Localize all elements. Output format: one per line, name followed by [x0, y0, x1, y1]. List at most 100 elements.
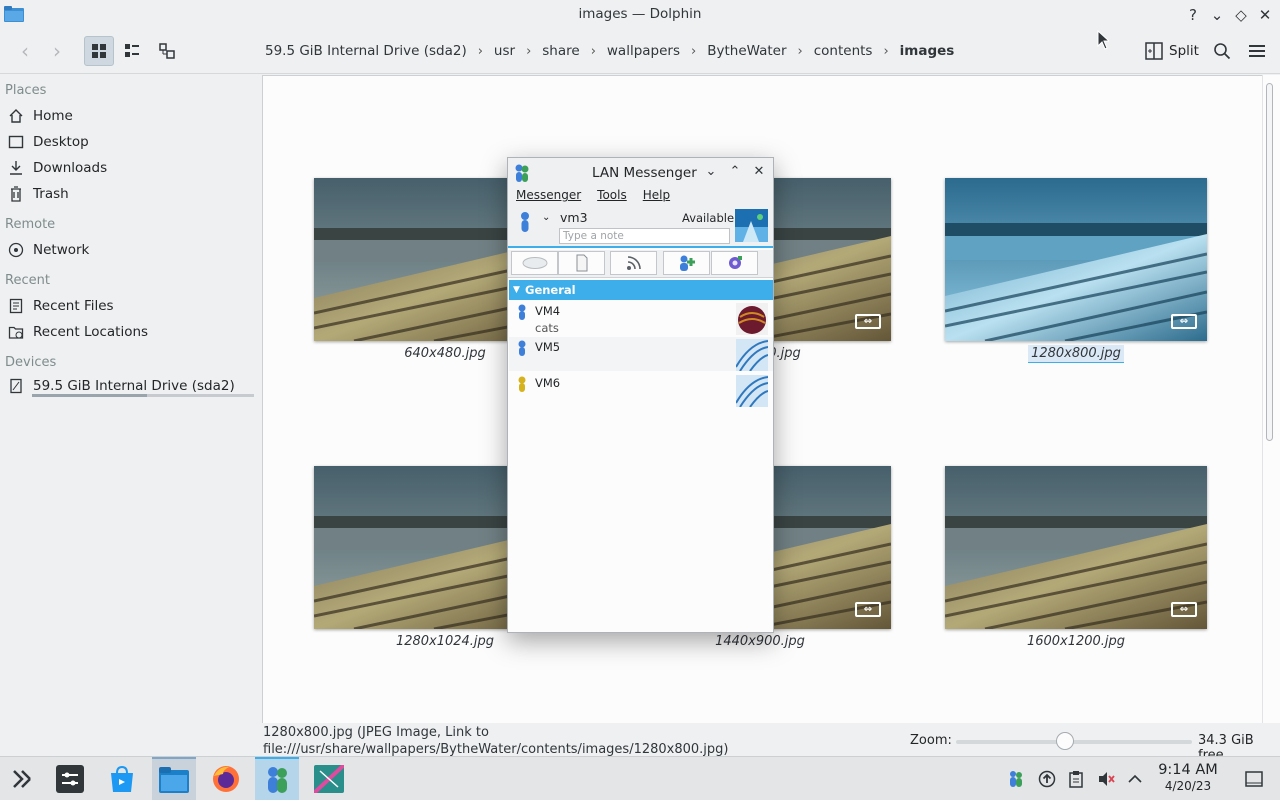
section-title-recent: Recent	[5, 273, 50, 288]
tray-expand-icon[interactable]	[1124, 768, 1146, 790]
broadcast-button[interactable]	[610, 251, 657, 275]
sidebar-item-internal-drive[interactable]: 59.5 GiB Internal Drive (sda2)	[7, 376, 235, 396]
contact-item[interactable]: VM4 cats	[509, 301, 773, 335]
vertical-scrollbar[interactable]	[1262, 75, 1280, 723]
user-status[interactable]: Available	[682, 211, 734, 225]
user-status-icon	[521, 212, 529, 232]
details-view-icon	[159, 43, 175, 59]
lan-close-button[interactable]: ✕	[751, 164, 767, 182]
file-name: 1280x800.jpg	[945, 345, 1207, 363]
grid-view-icon	[92, 44, 106, 58]
sidebar-item-home[interactable]: Home	[7, 106, 73, 126]
discover-icon	[111, 765, 133, 792]
user-status-icon	[518, 376, 526, 392]
user-name[interactable]: vm3	[560, 210, 588, 225]
breadcrumb-item[interactable]: share	[540, 43, 581, 59]
file-transfer-button[interactable]	[558, 251, 605, 275]
details-view-button[interactable]	[152, 36, 182, 66]
settings-app-icon	[56, 765, 84, 793]
chevron-down-icon[interactable]: ⌄	[542, 212, 550, 223]
lan-toolbar	[508, 250, 773, 278]
split-button[interactable]: Split	[1145, 42, 1199, 60]
help-button[interactable]: ?	[1183, 5, 1203, 25]
breadcrumb-current[interactable]: images	[898, 43, 957, 59]
maximize-button[interactable]: ◇	[1231, 5, 1251, 25]
search-button[interactable]	[1207, 36, 1237, 66]
contact-group-header[interactable]: ▼ General	[509, 280, 773, 300]
breadcrumb-item[interactable]: BytheWater	[705, 43, 788, 59]
menu-help[interactable]: Help	[635, 188, 678, 208]
folder-icon	[159, 767, 189, 793]
section-title-devices: Devices	[5, 355, 57, 370]
group-name: General	[525, 283, 576, 297]
compact-view-button[interactable]	[117, 36, 147, 66]
drive-usage-fill	[32, 394, 148, 397]
tray-volume-muted-icon[interactable]	[1095, 768, 1117, 790]
menu-messenger[interactable]: Messenger	[508, 188, 589, 208]
contact-avatar	[736, 339, 768, 371]
tray-updates-icon[interactable]	[1036, 768, 1058, 790]
file-name: 1440x900.jpg	[715, 634, 805, 649]
section-title-places: Places	[5, 83, 47, 98]
split-view-icon	[1145, 42, 1163, 60]
lan-titlebar: LAN Messenger ⌄ ⌃ ✕	[508, 158, 773, 188]
breadcrumb-item[interactable]: usr	[492, 43, 517, 59]
window-titlebar: images — Dolphin ? ⌄ ◇ ✕	[0, 0, 1280, 30]
tray-clipboard-icon[interactable]	[1065, 768, 1087, 790]
link-icon: ⇔	[1171, 602, 1197, 617]
breadcrumb-item[interactable]: wallpapers	[605, 43, 682, 59]
lan-profile: ⌄ vm3 Available Type a note	[508, 208, 773, 248]
contact-item[interactable]: VM6	[509, 373, 773, 407]
task-system-settings[interactable]	[48, 757, 92, 800]
task-spectacle[interactable]	[307, 757, 351, 800]
app-launcher-button[interactable]	[0, 757, 44, 800]
breadcrumb-item[interactable]: 59.5 GiB Internal Drive (sda2)	[263, 43, 469, 59]
tray-lan-messenger-icon[interactable]	[1005, 768, 1027, 790]
lan-minimize-button[interactable]: ⌄	[703, 164, 719, 182]
task-lan-messenger[interactable]	[255, 757, 299, 800]
lan-maximize-button[interactable]: ⌃	[727, 164, 743, 182]
download-icon	[7, 159, 25, 177]
icons-view-button[interactable]	[84, 36, 114, 66]
sidebar-item-desktop[interactable]: Desktop	[7, 132, 89, 152]
chevron-right-icon: ›	[590, 43, 596, 59]
settings-button[interactable]	[711, 251, 758, 275]
hamburger-menu-button[interactable]	[1242, 36, 1272, 66]
add-contact-icon	[679, 255, 695, 271]
sidebar-item-network[interactable]: Network	[7, 240, 89, 260]
zoom-slider[interactable]	[956, 740, 1192, 744]
drive-usage-bar	[32, 394, 254, 397]
forward-button[interactable]: ›	[42, 36, 72, 66]
sidebar-item-label: Recent Files	[33, 298, 114, 314]
task-firefox[interactable]	[204, 757, 248, 800]
close-button[interactable]: ✕	[1255, 5, 1275, 25]
zoom-slider-handle[interactable]	[1055, 732, 1074, 750]
lan-menubar: Messenger Tools Help	[508, 188, 773, 208]
show-desktop-button[interactable]	[1243, 768, 1265, 790]
scrollbar-thumb[interactable]	[1266, 83, 1273, 441]
window-title: images — Dolphin	[578, 6, 702, 22]
sidebar-item-recent-locations[interactable]: Recent Locations	[7, 322, 148, 342]
contact-name: VM5	[535, 340, 561, 354]
sidebar-item-label: Network	[33, 242, 90, 258]
breadcrumb-item[interactable]: contents	[812, 43, 875, 59]
user-avatar[interactable]	[735, 209, 768, 242]
task-discover[interactable]	[100, 757, 144, 800]
note-input[interactable]: Type a note	[559, 228, 730, 244]
chat-icon	[522, 257, 547, 269]
user-status-icon	[518, 340, 526, 356]
add-contact-button[interactable]	[663, 251, 710, 275]
task-dolphin[interactable]	[152, 757, 196, 800]
sidebar-item-downloads[interactable]: Downloads	[7, 158, 107, 178]
status-text: 1280x800.jpg (JPEG Image, Link to file:/…	[263, 725, 729, 757]
sidebar-item-trash[interactable]: Trash	[7, 184, 69, 204]
clock[interactable]: 9:14 AM 4/20/23	[1152, 762, 1224, 793]
back-button[interactable]: ‹	[10, 36, 40, 66]
minimize-button[interactable]: ⌄	[1207, 5, 1227, 25]
clock-date: 4/20/23	[1164, 779, 1212, 793]
contact-item[interactable]: VM5	[509, 337, 773, 371]
chat-button[interactable]	[511, 251, 558, 275]
sidebar-item-recent-files[interactable]: Recent Files	[7, 296, 114, 316]
menu-tools[interactable]: Tools	[589, 188, 635, 208]
desktop-icon	[7, 133, 25, 151]
